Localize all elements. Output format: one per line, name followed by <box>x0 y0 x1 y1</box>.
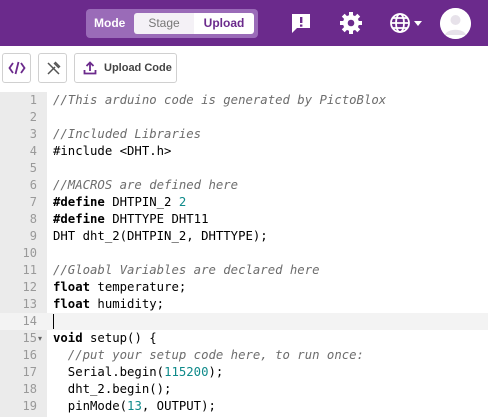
code-text: float humidity; <box>53 296 164 313</box>
line-number: 3 <box>29 127 37 141</box>
code-token-keyword: #define <box>53 195 105 209</box>
code-token-keyword: float <box>53 280 91 294</box>
line-number: 19 <box>22 399 37 413</box>
code-line[interactable]: 18 dht_2.begin(); <box>0 381 488 398</box>
code-token-plain: Serial.begin( <box>53 365 165 379</box>
code-token-plain: , OUTPUT); <box>141 399 216 413</box>
code-token-plain: setup() { <box>82 331 157 345</box>
code-token-keyword: #define <box>53 212 105 226</box>
code-line[interactable]: 5 <box>0 160 488 177</box>
line-number: 15 <box>22 331 37 345</box>
top-bar: Mode Stage Upload <box>0 0 488 46</box>
upload-mode-button[interactable]: Upload <box>194 13 254 34</box>
code-line[interactable]: 13 float humidity; <box>0 296 488 313</box>
code-token-keyword: float <box>53 297 91 311</box>
code-line[interactable]: 12 float temperature; <box>0 279 488 296</box>
code-token-comment: //MACROS are defined here <box>53 178 239 192</box>
code-token-plain: DHT dht_2(DHTPIN_2, DHTTYPE); <box>53 229 268 243</box>
line-number: 18 <box>22 382 37 396</box>
code-text: #define DHTPIN_2 2 <box>53 194 186 211</box>
code-editor[interactable]: 1 //This arduino code is generated by Pic… <box>0 92 488 417</box>
line-number: 14 <box>22 314 37 328</box>
code-line[interactable]: 16 //put your setup code here, to run on… <box>0 347 488 364</box>
code-token-plain: temperature; <box>90 280 187 294</box>
mode-switcher: Mode Stage Upload <box>86 9 258 38</box>
code-token-number: 13 <box>127 399 142 413</box>
code-text: pinMode(13, OUTPUT); <box>53 398 216 415</box>
code-text: void setup() { <box>53 330 157 347</box>
editor-toolbar: Upload Code <box>0 46 488 93</box>
code-token-plain: pinMode( <box>53 399 128 413</box>
code-token-keyword: void <box>53 331 83 345</box>
line-number: 1 <box>29 93 37 107</box>
code-line[interactable]: 11 //Gloabl Variables are declared here <box>0 262 488 279</box>
settings-gear-icon[interactable] <box>338 10 364 36</box>
code-token-comment: //put your setup code here, to run once: <box>53 348 364 362</box>
code-text: #include <DHT.h> <box>53 143 171 160</box>
line-number: 7 <box>29 195 37 209</box>
code-token-comment: //Included Libraries <box>53 127 202 141</box>
code-line[interactable]: 8 #define DHTTYPE DHT11 <box>0 211 488 228</box>
code-line[interactable]: 4 #include <DHT.h> <box>0 143 488 160</box>
code-text: //MACROS are defined here <box>53 177 238 194</box>
code-token-plain: DHTTYPE DHT11 <box>104 212 209 226</box>
code-view-icon <box>8 61 26 75</box>
code-token-plain: DHTPIN_2 <box>104 195 179 209</box>
mode-label: Mode <box>94 16 126 30</box>
code-text: DHT dht_2(DHTPIN_2, DHTTYPE); <box>53 228 268 245</box>
line-number: 16 <box>22 348 37 362</box>
line-number: 6 <box>29 178 37 192</box>
line-number: 17 <box>22 365 37 379</box>
language-globe-icon[interactable] <box>388 10 424 36</box>
code-token-plain: #include <DHT.h> <box>53 144 172 158</box>
tools-button[interactable] <box>38 53 67 83</box>
code-token-comment: //Gloabl Variables are declared here <box>53 263 320 277</box>
code-token-number: 2 <box>178 195 187 209</box>
code-view-button[interactable] <box>2 53 31 83</box>
line-number: 4 <box>29 144 37 158</box>
line-number: 9 <box>29 229 37 243</box>
code-line[interactable]: 6 //MACROS are defined here <box>0 177 488 194</box>
line-number: 2 <box>29 110 37 124</box>
code-line[interactable]: 14 <box>0 313 488 330</box>
code-text: #define DHTTYPE DHT11 <box>53 211 208 228</box>
upload-code-button[interactable]: Upload Code <box>74 53 177 83</box>
code-token-plain: dht_2.begin(); <box>53 382 172 396</box>
code-line[interactable]: 17 Serial.begin(115200); <box>0 364 488 381</box>
line-number: 11 <box>22 263 37 277</box>
code-token-plain: ); <box>208 365 224 379</box>
code-text: //put your setup code here, to run once: <box>53 347 364 364</box>
line-number: 12 <box>22 280 37 294</box>
stage-mode-button[interactable]: Stage <box>134 13 194 34</box>
code-line[interactable]: 2 <box>0 109 488 126</box>
code-text: //Gloabl Variables are declared here <box>53 262 320 279</box>
code-text: float temperature; <box>53 279 186 296</box>
code-line[interactable]: 10 <box>0 245 488 262</box>
chevron-down-icon <box>414 21 422 26</box>
code-line[interactable]: 3 //Included Libraries <box>0 126 488 143</box>
code-line[interactable]: 15 ▾ void setup() { <box>0 330 488 347</box>
upload-code-label: Upload Code <box>104 62 172 74</box>
upload-icon <box>83 61 97 75</box>
code-line[interactable]: 19 pinMode(13, OUTPUT); <box>0 398 488 415</box>
fold-arrow-icon[interactable]: ▾ <box>38 330 42 347</box>
code-token-plain: humidity; <box>90 297 165 311</box>
feedback-icon[interactable] <box>288 10 314 36</box>
code-text: dht_2.begin(); <box>53 381 172 398</box>
line-number: 13 <box>22 297 37 311</box>
code-token-number: 115200 <box>164 365 209 379</box>
line-number: 10 <box>22 246 37 260</box>
line-number: 5 <box>29 161 37 175</box>
text-cursor <box>53 314 54 329</box>
code-line[interactable]: 9 DHT dht_2(DHTPIN_2, DHTTYPE); <box>0 228 488 245</box>
code-text: //This arduino code is generated by Pict… <box>53 92 386 109</box>
code-text: //Included Libraries <box>53 126 201 143</box>
tools-icon <box>47 61 61 75</box>
code-line[interactable]: 1 //This arduino code is generated by Pic… <box>0 92 488 109</box>
code-line[interactable]: 7 #define DHTPIN_2 2 <box>0 194 488 211</box>
code-token-comment: //This arduino code is generated by Pict… <box>53 93 387 107</box>
user-avatar-icon[interactable] <box>440 8 471 39</box>
line-number: 8 <box>29 212 37 226</box>
code-text: Serial.begin(115200); <box>53 364 224 381</box>
